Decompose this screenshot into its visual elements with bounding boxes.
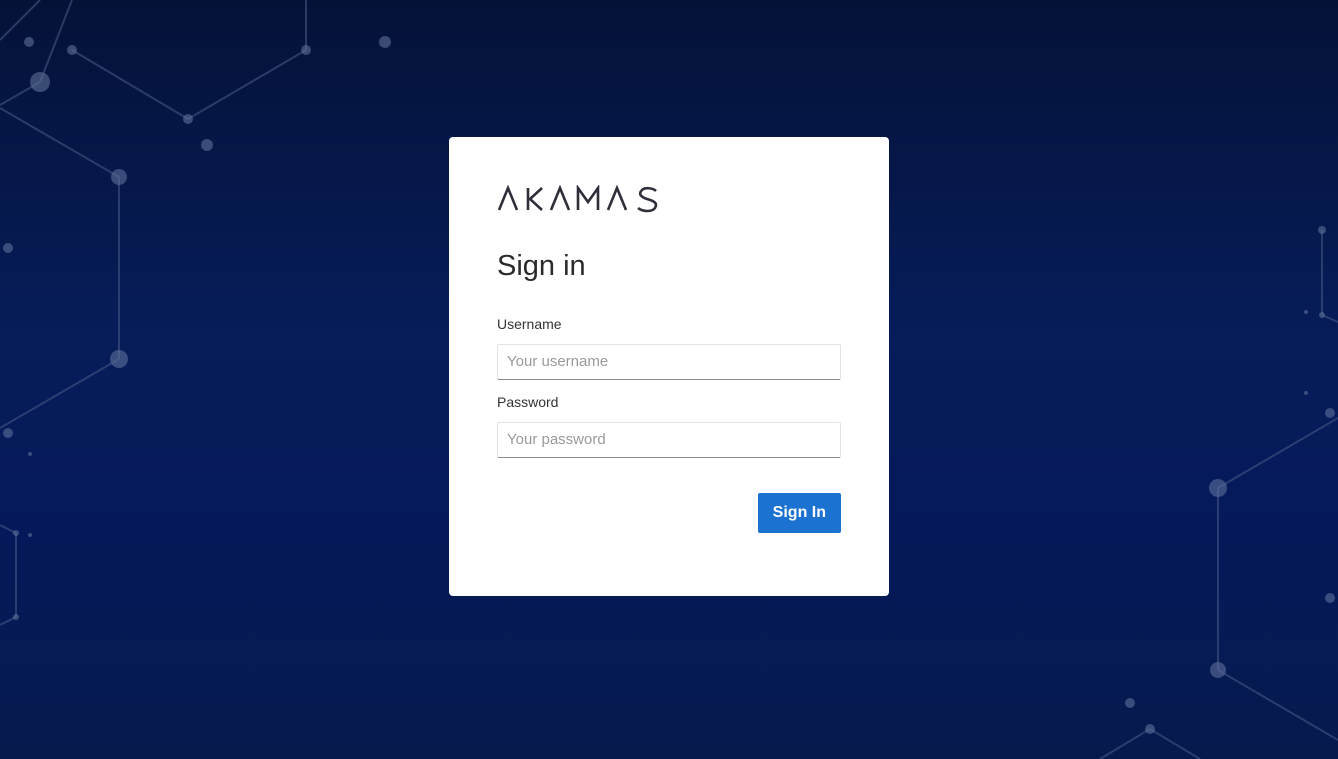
password-label: Password xyxy=(497,393,559,410)
username-label: Username xyxy=(497,315,562,332)
sign-in-button[interactable]: Sign In xyxy=(757,492,841,533)
username-input[interactable] xyxy=(497,343,841,380)
akamas-logo xyxy=(497,185,841,219)
sign-in-card: Sign in Username Password Sign In xyxy=(449,137,889,596)
akamas-logo-mark xyxy=(497,185,658,213)
page-title: Sign in xyxy=(497,250,586,282)
form-actions: Sign In xyxy=(497,492,841,533)
password-input[interactable] xyxy=(497,421,841,458)
